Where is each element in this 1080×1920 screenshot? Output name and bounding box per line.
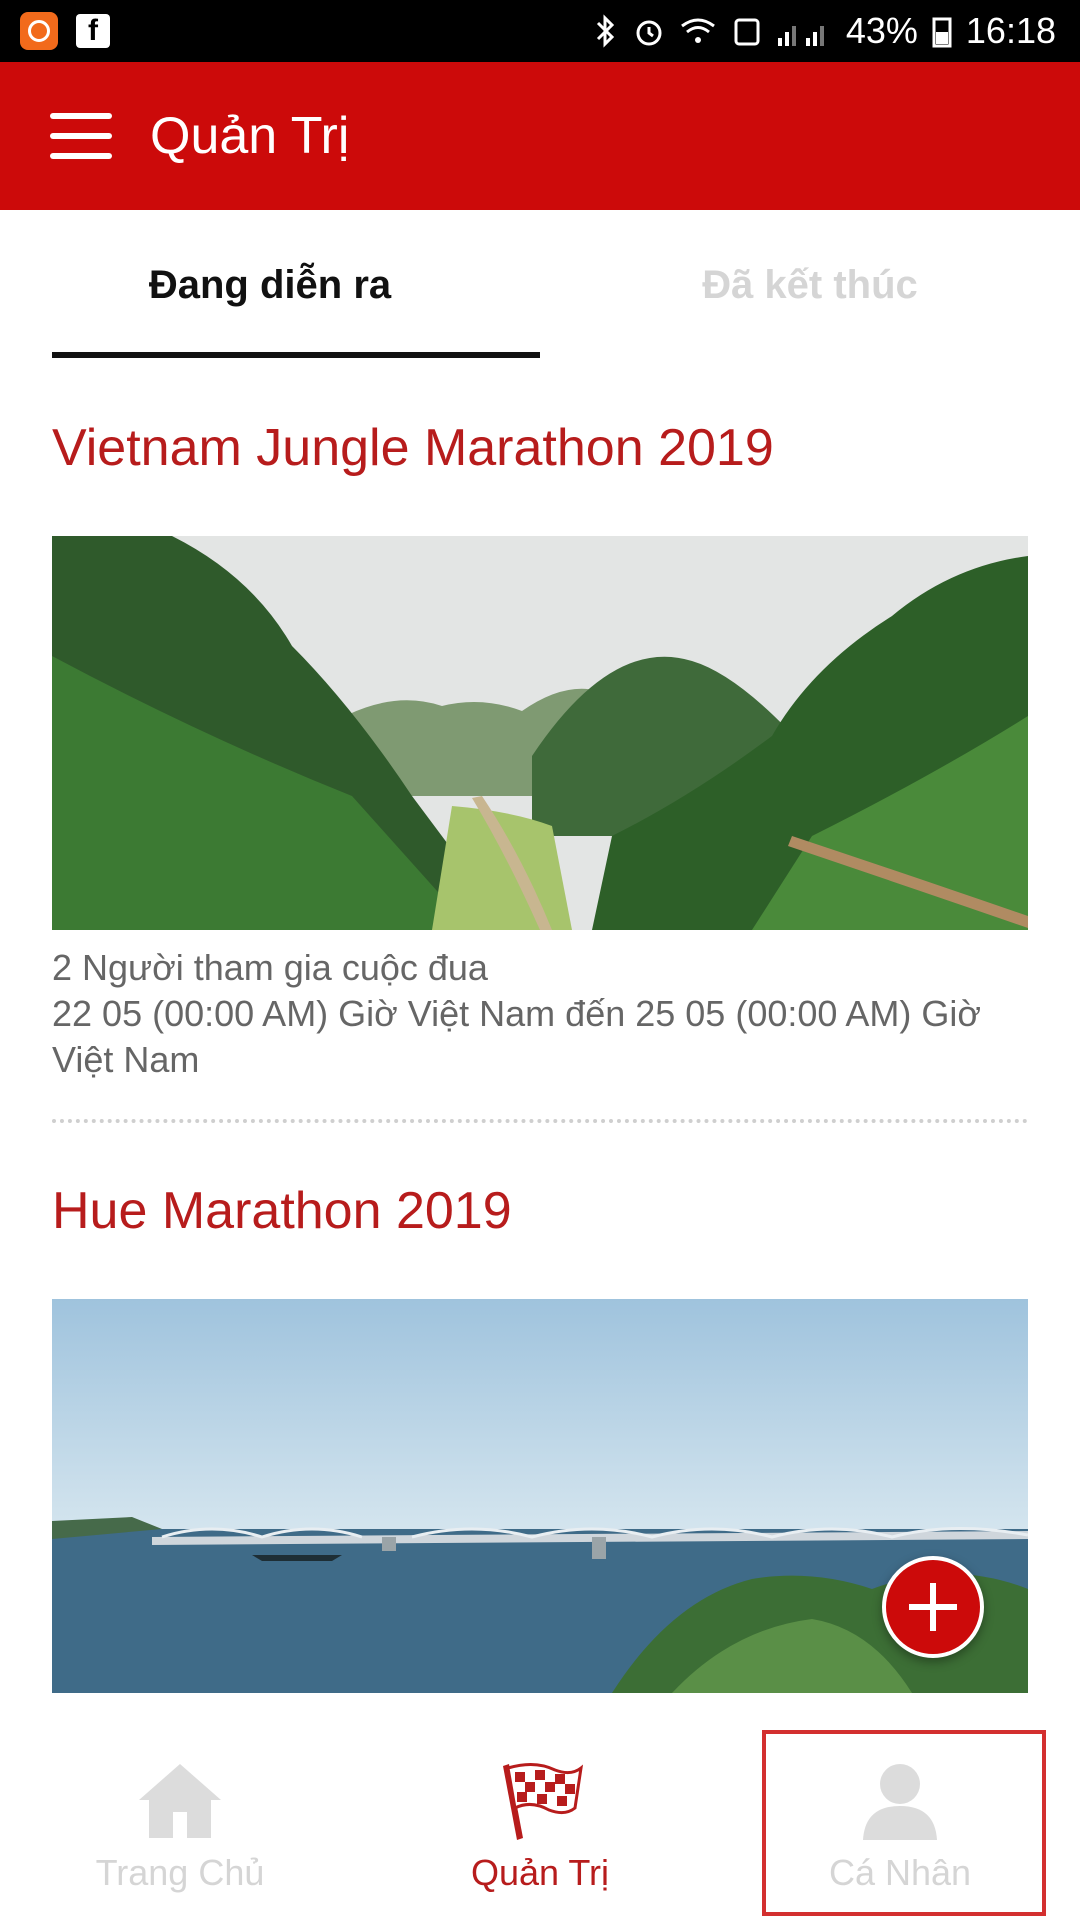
race-title[interactable]: Vietnam Jungle Marathon 2019 (52, 418, 1028, 478)
bottom-navigation: Trang Chủ Quản Trị Cá Nhân (0, 1700, 1080, 1920)
race-schedule: 22 05 (00:00 AM) Giờ Việt Nam đến 25 05 … (52, 993, 982, 1080)
race-list: Vietnam Jungle Marathon 2019 2 Người tha… (52, 360, 1029, 1698)
nav-home[interactable]: Trang Chủ (0, 1700, 360, 1920)
status-bar: f 43% 16:18 (0, 0, 1080, 62)
app-bar: Quản Trị (0, 62, 1080, 210)
facebook-icon: f (76, 14, 110, 48)
alarm-icon (636, 20, 662, 46)
home-icon (139, 1764, 221, 1838)
nav-profile[interactable]: Cá Nhân (720, 1700, 1080, 1920)
tab-finished[interactable]: Đã kết thúc (540, 210, 1080, 360)
hd-call-icon (734, 18, 760, 46)
person-icon (863, 1764, 937, 1840)
tab-bar: Đang diễn ra Đã kết thúc (0, 210, 1080, 360)
tab-ongoing[interactable]: Đang diễn ra (0, 210, 540, 360)
checkered-flag-icon (503, 1763, 584, 1840)
battery-icon (932, 17, 952, 48)
clock: 16:18 (965, 10, 1056, 51)
page-title: Quản Trị (150, 107, 350, 165)
add-race-button[interactable] (882, 1556, 984, 1658)
race-cover-image[interactable] (52, 536, 1028, 930)
wifi-icon (680, 18, 715, 43)
hamburger-menu-icon[interactable] (50, 113, 112, 159)
nav-admin-label: Quản Trị (470, 1852, 610, 1893)
battery-percent: 43% (845, 10, 918, 51)
race-participants: 2 Người tham gia cuộc đua (52, 947, 488, 988)
signal-icon (777, 26, 824, 46)
mi-app-icon (20, 12, 58, 50)
nav-home-label: Trang Chủ (95, 1852, 265, 1893)
active-tab-indicator (52, 352, 540, 358)
race-card[interactable]: Hue Marathon 2019 (52, 1181, 1029, 1698)
nav-admin[interactable]: Quản Trị (360, 1700, 720, 1920)
dotted-divider (52, 1119, 1028, 1123)
race-card[interactable]: Vietnam Jungle Marathon 2019 2 Người tha… (52, 418, 1028, 1123)
nav-profile-label: Cá Nhân (828, 1852, 972, 1893)
race-cover-image[interactable] (52, 1299, 1029, 1693)
bluetooth-icon (596, 14, 614, 48)
race-title[interactable]: Hue Marathon 2019 (52, 1181, 1028, 1241)
